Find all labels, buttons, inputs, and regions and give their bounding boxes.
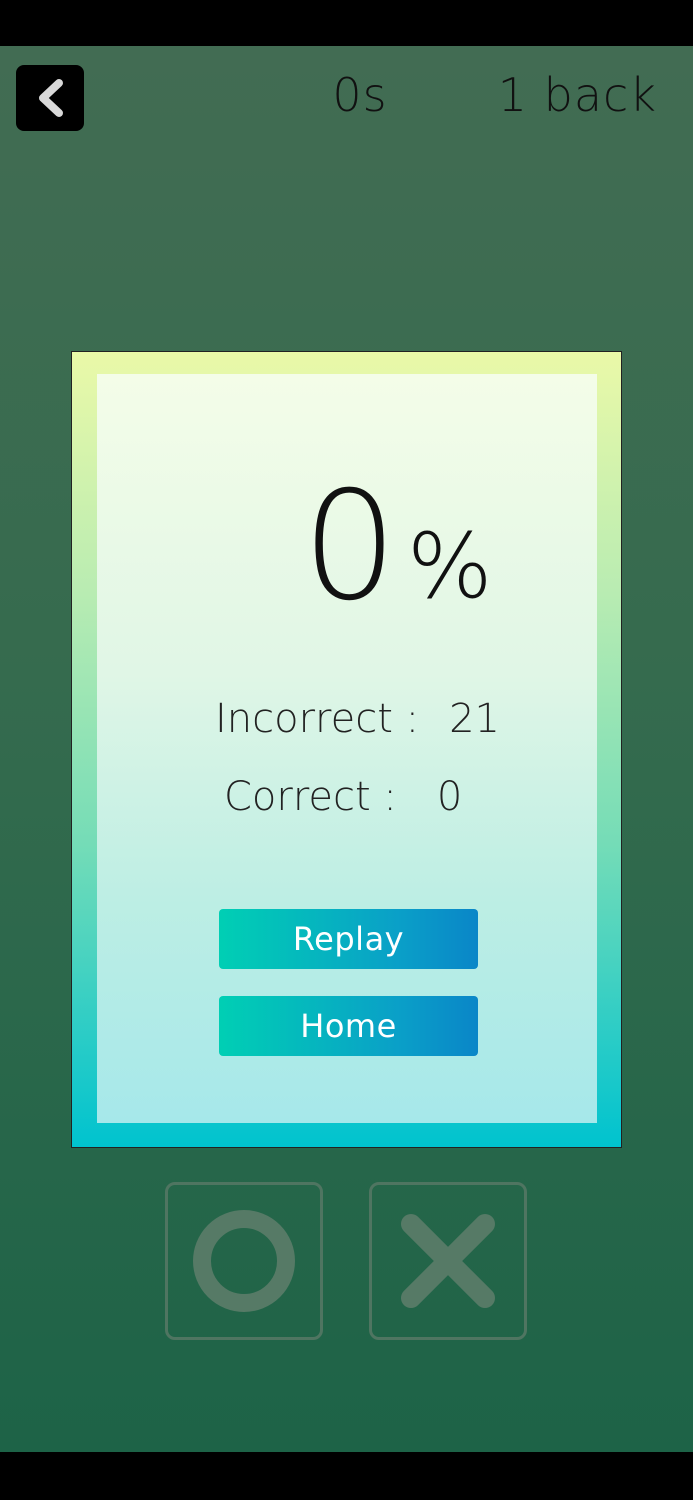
circle-icon: [193, 1210, 295, 1312]
timer: 0s: [332, 68, 388, 122]
back-button[interactable]: [16, 65, 84, 131]
o-answer-button[interactable]: [165, 1182, 323, 1340]
correct-stat: Correct : 0: [224, 774, 462, 820]
navigation-bar: [0, 1452, 693, 1500]
incorrect-stat: Incorrect : 21: [215, 696, 500, 742]
result-card-inner: 0 % Incorrect : 21 Correct : 0 Replay Home: [97, 374, 597, 1123]
x-answer-button[interactable]: [369, 1182, 527, 1340]
status-bar: [0, 0, 693, 46]
cross-icon: [401, 1214, 495, 1308]
replay-button[interactable]: Replay: [219, 909, 478, 969]
correct-label: Correct :: [224, 774, 397, 820]
chevron-left-icon: [39, 79, 63, 117]
result-card: 0 % Incorrect : 21 Correct : 0 Replay Home: [71, 351, 622, 1148]
score: 0 %: [97, 472, 597, 622]
correct-value: 0: [436, 774, 463, 820]
incorrect-label: Incorrect :: [215, 696, 420, 742]
incorrect-value: 21: [449, 696, 501, 742]
nback-level: 1 back: [497, 68, 657, 122]
game-screen: 0s 1 back 0 % Incorrect : 21 Correct : 0 R…: [0, 46, 693, 1452]
score-value: 0: [302, 460, 398, 634]
score-unit: %: [407, 514, 493, 619]
home-button[interactable]: Home: [219, 996, 478, 1056]
